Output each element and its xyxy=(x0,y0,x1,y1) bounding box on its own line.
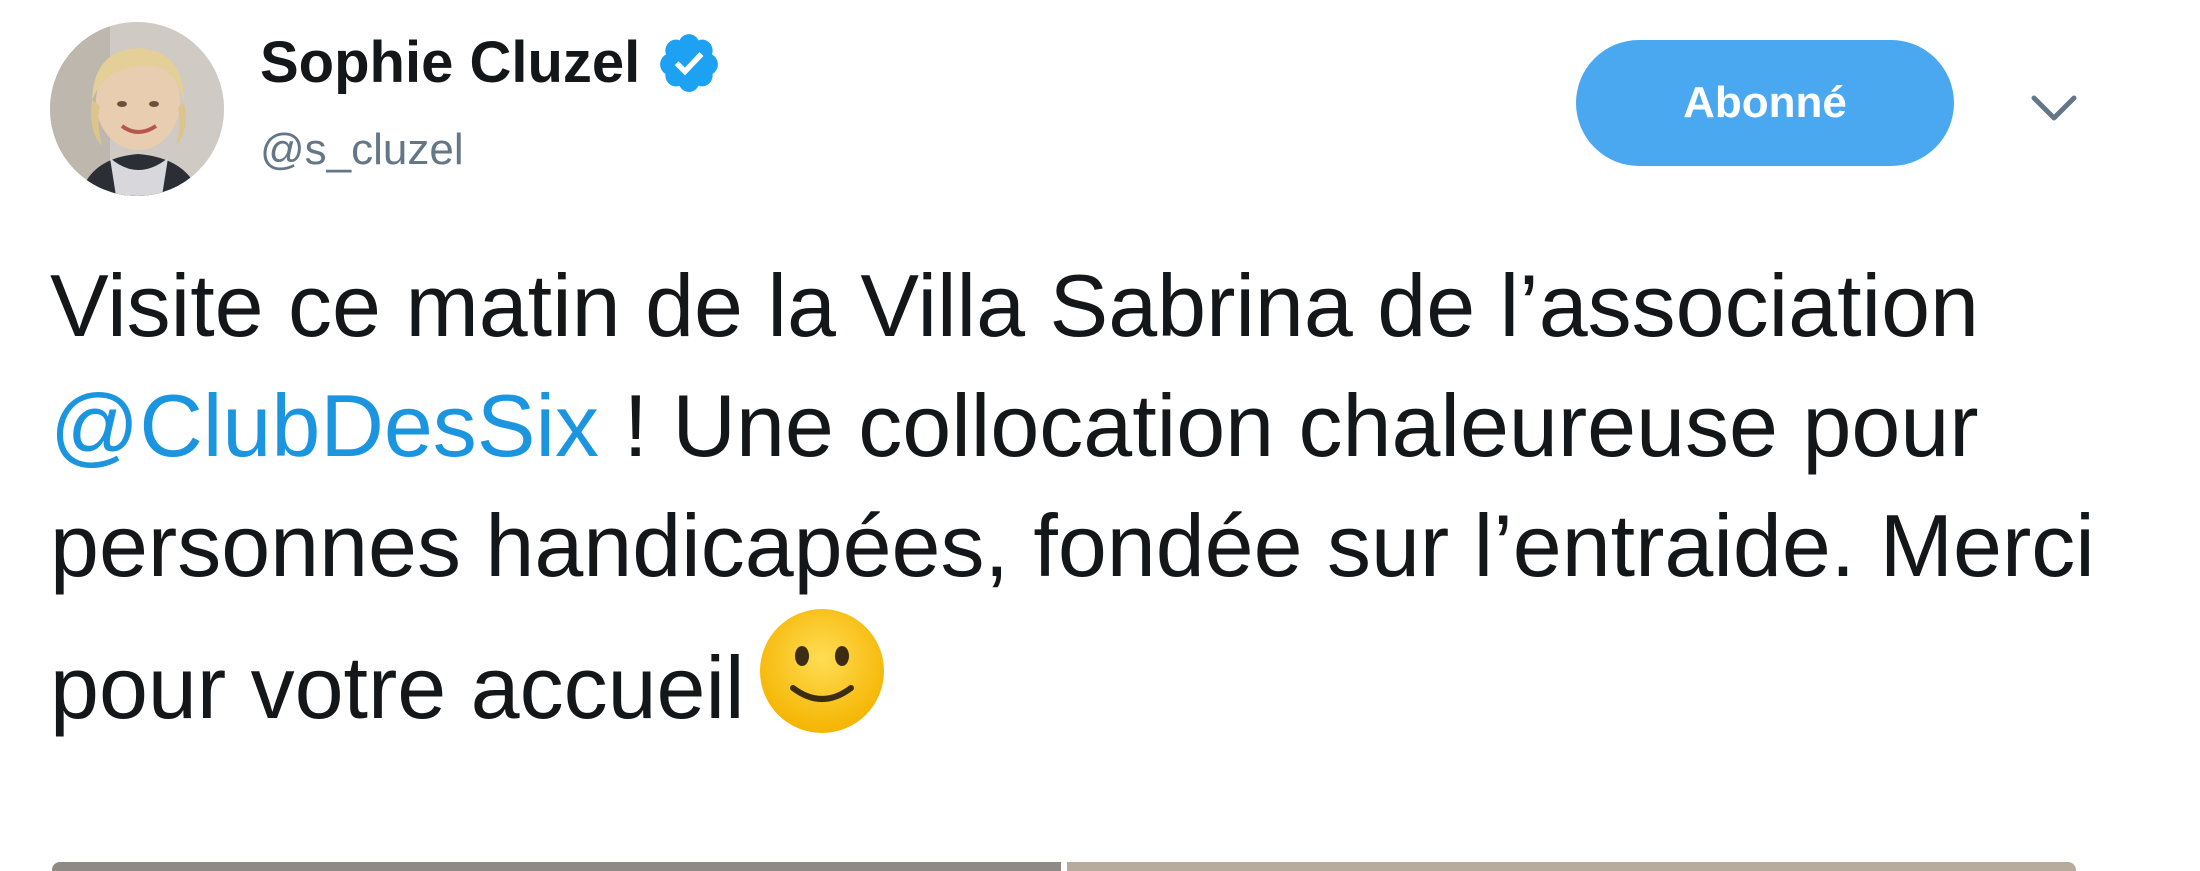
author-name-row: Sophie Cluzel xyxy=(260,30,722,96)
mention-link[interactable]: @ClubDesSix xyxy=(50,376,599,475)
tweet-media-preview[interactable] xyxy=(52,862,2076,871)
chevron-down-icon[interactable] xyxy=(2028,88,2080,128)
media-image-2[interactable] xyxy=(1067,862,2076,871)
author-display-name[interactable]: Sophie Cluzel xyxy=(260,34,640,92)
author-handle[interactable]: @s_cluzel xyxy=(260,128,464,172)
verified-badge-icon xyxy=(660,34,719,92)
media-image-1[interactable] xyxy=(52,862,1061,871)
tweet-text-part-1: Visite ce matin de la Villa Sabrina de l… xyxy=(50,256,1979,355)
avatar[interactable] xyxy=(50,22,224,196)
slightly-smiling-face-icon xyxy=(759,609,884,733)
tweet-text: Visite ce matin de la Villa Sabrina de l… xyxy=(50,246,2130,748)
following-button[interactable]: Abonné xyxy=(1576,40,1954,166)
avatar-photo xyxy=(50,22,224,196)
